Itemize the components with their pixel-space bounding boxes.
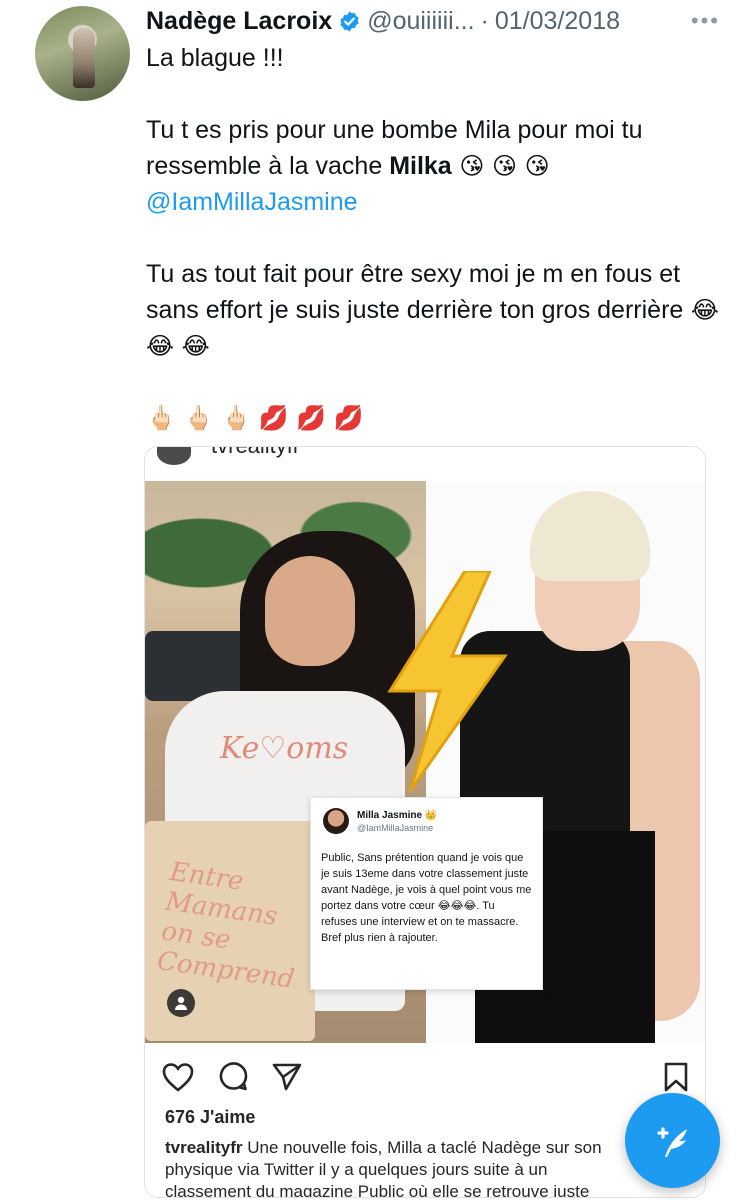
mention-link[interactable]: @IamMillaJasmine: [146, 188, 358, 216]
instagram-actions: [145, 1055, 705, 1095]
profile-icon[interactable]: [167, 989, 195, 1017]
instagram-avatar: [157, 447, 191, 465]
lightning-icon: [387, 571, 508, 791]
bookmark-icon[interactable]: [663, 1061, 689, 1093]
instagram-header: tvrealityfr: [145, 447, 705, 481]
verified-badge-icon: [340, 10, 359, 32]
tote-bag-text: Entre Mamans on se Comprend: [155, 856, 297, 995]
like-count[interactable]: 676 J'aime: [165, 1107, 255, 1128]
tweet-header: Nadège Lacroix @ouiiiiii... · 01/03/2018…: [146, 6, 726, 36]
tweet-paragraph-2: Tu t es pris pour une bombe Mila pour mo…: [146, 112, 726, 184]
embedded-name: Milla Jasmine 👑: [357, 810, 438, 821]
compose-button[interactable]: [625, 1093, 720, 1188]
kiss-emoji-group: 😘 😘 😘: [451, 152, 550, 180]
tweet-line-1: La blague !!!: [146, 44, 284, 72]
separator-dot: ·: [480, 6, 489, 35]
tweet-text: La blague !!! Tu t es pris pour une bomb…: [146, 40, 726, 436]
author-name[interactable]: Nadège Lacroix: [146, 7, 332, 36]
shirt-logo-text: Ke♡oms: [220, 731, 349, 766]
author-avatar[interactable]: [35, 6, 130, 101]
paragraph-2-bold: Milka: [389, 152, 452, 180]
embedded-handle: @IamMillaJasmine: [357, 823, 434, 833]
attached-instagram-screenshot[interactable]: tvrealityfr Ke♡oms Entre Mamans on se Co…: [144, 446, 706, 1198]
paragraph-3-text: Tu as tout fait pour être sexy moi je m …: [146, 260, 684, 324]
instagram-username: tvrealityfr: [211, 447, 300, 459]
embedded-avatar: [323, 808, 349, 834]
comment-icon[interactable]: [217, 1061, 249, 1093]
tweet-date[interactable]: 01/03/2018: [495, 7, 620, 36]
tweet-paragraph-3: Tu as tout fait pour être sexy moi je m …: [146, 256, 726, 364]
caption-username[interactable]: tvrealityfr: [165, 1138, 242, 1157]
more-icon[interactable]: •••: [691, 8, 720, 34]
compose-icon: [657, 1127, 687, 1157]
emoji-line: 🖕🏻 🖕🏻 🖕🏻 💋 💋 💋: [146, 404, 364, 432]
embedded-tweet: Milla Jasmine 👑 @IamMillaJasmine Public,…: [310, 797, 543, 990]
embedded-text: Public, Sans prétention quand je vois qu…: [321, 852, 532, 944]
instagram-caption: tvrealityfr Une nouvelle fois, Milla a t…: [165, 1137, 635, 1197]
author-handle[interactable]: @ouiiiiii...: [367, 7, 474, 36]
share-icon[interactable]: [271, 1061, 303, 1093]
heart-icon[interactable]: [161, 1061, 195, 1093]
instagram-photo: Ke♡oms Entre Mamans on se Comprend Milla…: [145, 481, 705, 1043]
left-woman-face: [265, 556, 355, 666]
